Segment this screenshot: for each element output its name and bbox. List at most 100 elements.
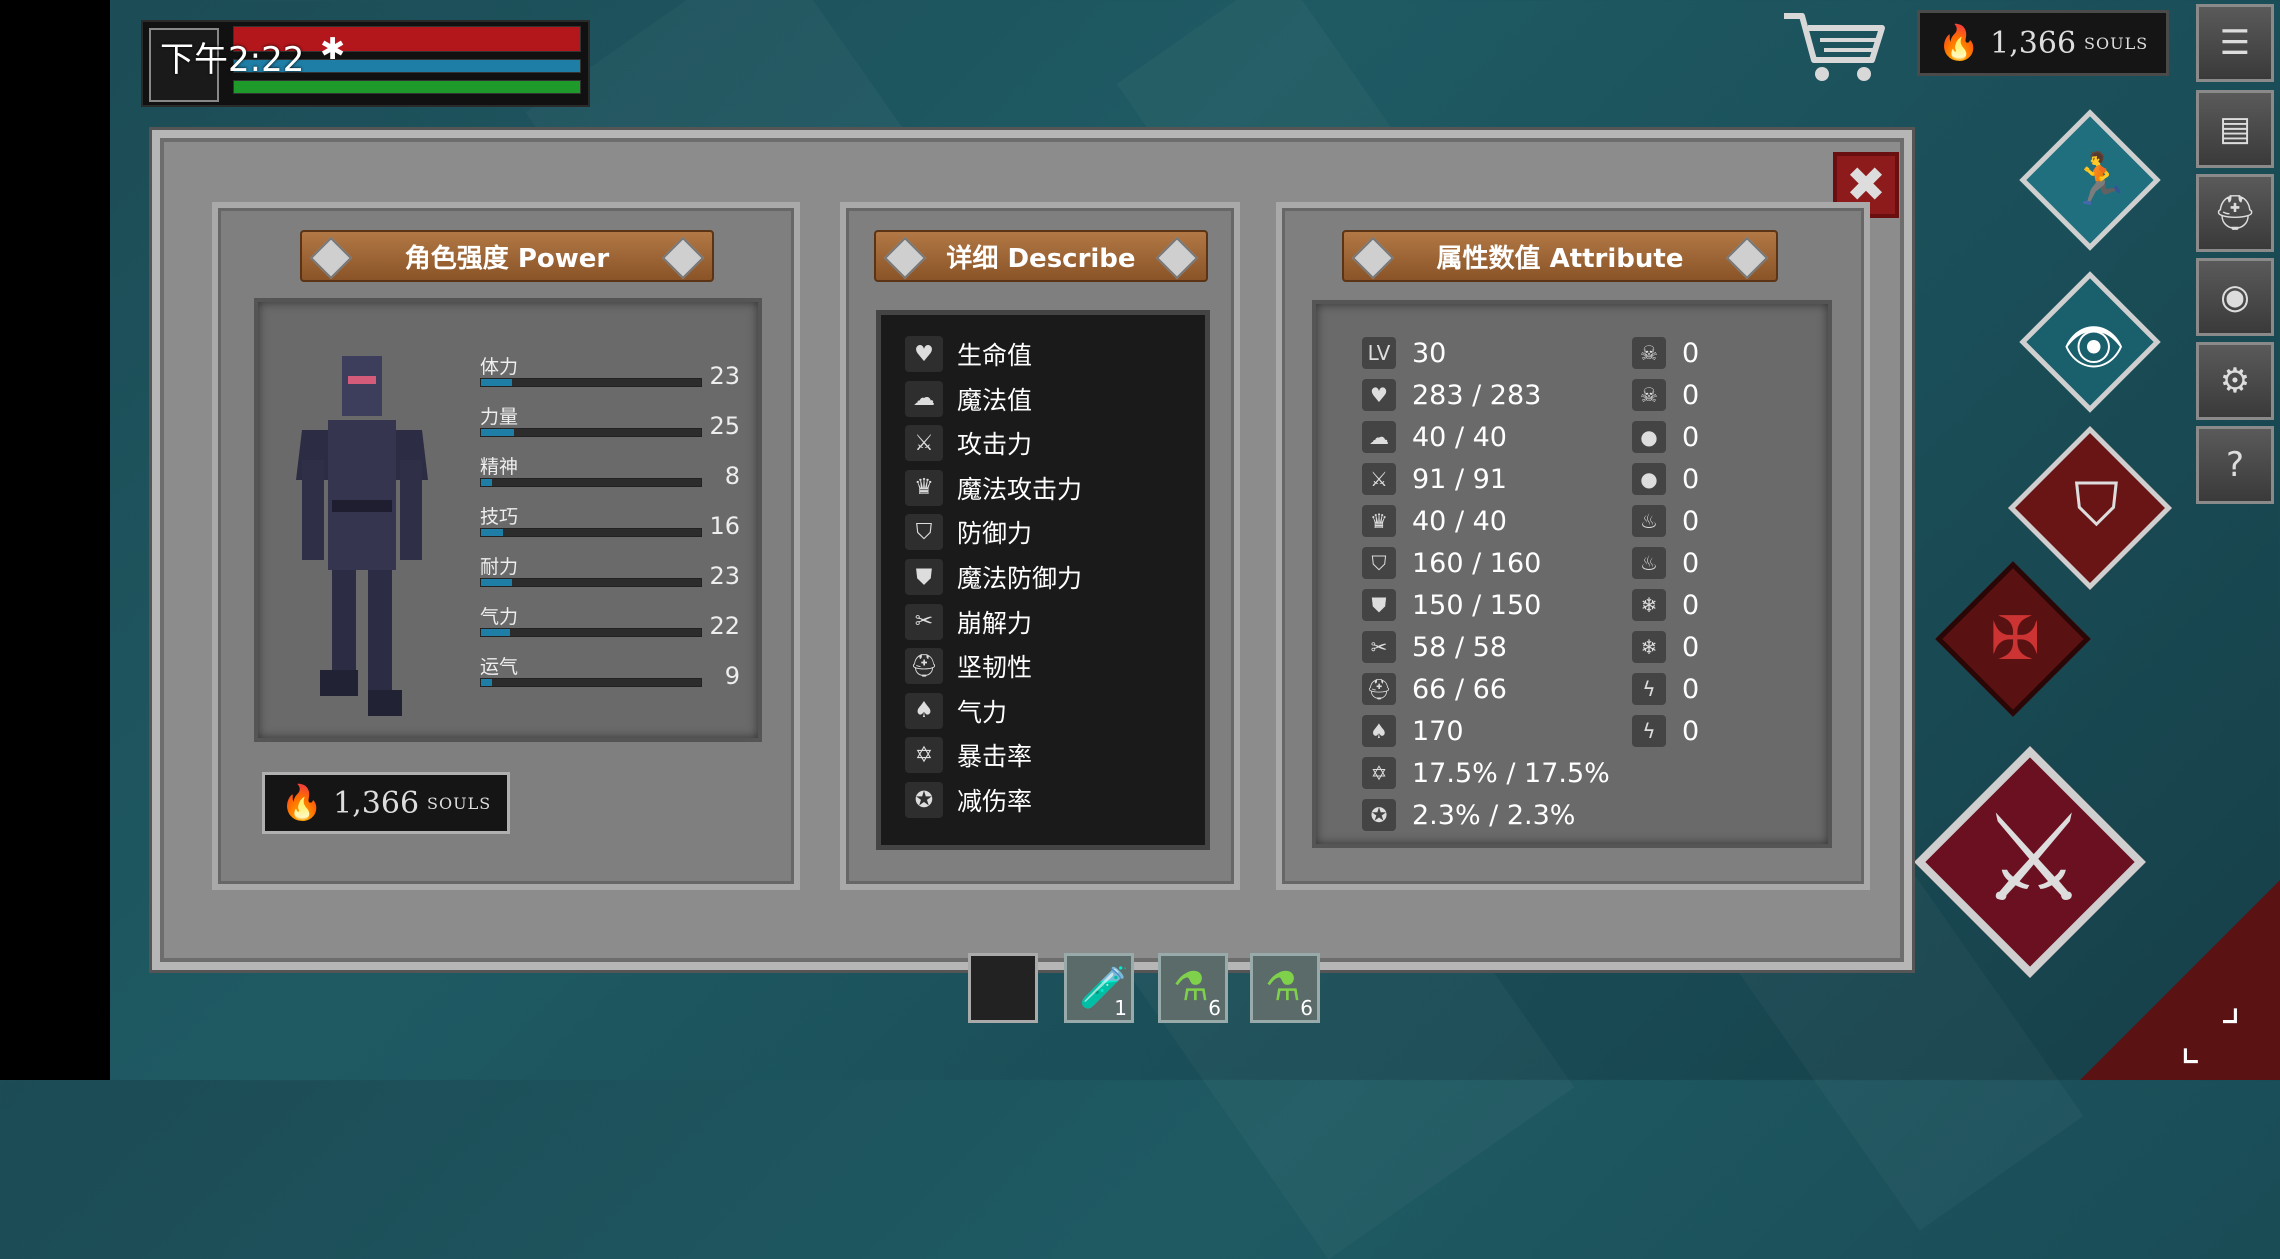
helmet-menu-icon[interactable]: ⛑ <box>2196 174 2274 252</box>
item-count: 1 <box>1114 996 1127 1020</box>
attribute-value: 66 / 66 <box>1412 673 1507 705</box>
eye-icon: 👁 <box>2062 318 2126 376</box>
map-icon[interactable]: ▤ <box>2196 90 2274 168</box>
crit-icon: ✡ <box>1362 757 1396 789</box>
stat-row: 耐力 23 <box>480 552 750 602</box>
crossed-swords-icon: ⚔ <box>1980 790 2088 929</box>
attribute-value: 0 <box>1682 379 1700 411</box>
souls-counter-top: 🔥 1,366 SOULS <box>1917 10 2169 76</box>
attribute-row: ♨ 0 <box>1632 502 1699 540</box>
describe-row: ♥ 生命值 <box>905 334 1032 374</box>
magic-shield-icon: ⛊ <box>905 559 943 595</box>
flame-icon: 🔥 <box>1937 23 1981 63</box>
resize-corner-icon-2[interactable]: ⌞ <box>2180 1020 2201 1071</box>
stat-label: 耐力 <box>480 556 519 578</box>
help-icon[interactable]: ? <box>2196 426 2274 504</box>
attribute-value: 40 / 40 <box>1412 505 1507 537</box>
attribute-value: 283 / 283 <box>1412 379 1542 411</box>
poison-skull-icon: ☠ <box>1632 337 1666 369</box>
describe-row: ⛊ 魔法防御力 <box>905 557 1082 597</box>
stat-bar-fill <box>481 579 512 586</box>
heart-icon: ♥ <box>905 336 943 372</box>
attribute-value: 0 <box>1682 589 1700 621</box>
souls-unit: SOULS <box>427 793 492 813</box>
stat-value: 16 <box>709 512 740 540</box>
shield-button-icon: ⛉ <box>2074 470 2119 540</box>
status-time: 下午2:22 <box>160 40 305 80</box>
skill-tree-icon[interactable]: ◉ <box>2196 258 2274 336</box>
attribute-row: ☁ 40 / 40 <box>1362 418 1507 456</box>
level-icon: LV <box>1362 337 1396 369</box>
frost-resist-icon: ❄ <box>1632 631 1666 663</box>
describe-label: 减伤率 <box>957 787 1033 816</box>
stat-label: 体力 <box>480 356 519 378</box>
describe-row: ⛑ 坚韧性 <box>905 646 1032 686</box>
stat-label: 力量 <box>480 406 519 428</box>
souls-counter-panel: 🔥 1,366 SOULS <box>262 772 510 834</box>
brain-icon: ☁ <box>1362 421 1396 453</box>
stat-bar-fill <box>481 379 512 386</box>
stat-value: 22 <box>709 612 740 640</box>
attribute-value: 40 / 40 <box>1412 421 1507 453</box>
attribute-row: ✡ 17.5% / 17.5% <box>1362 754 1610 792</box>
attribute-value: 2.3% / 2.3% <box>1412 799 1576 831</box>
describe-row: ♠ 气力 <box>905 691 1007 731</box>
attribute-value: 0 <box>1682 505 1700 537</box>
rivet-icon <box>1155 236 1199 280</box>
attribute-row: LV 30 <box>1362 334 1446 372</box>
lungs-icon: ♠ <box>1362 715 1396 747</box>
settings-icon[interactable]: ⚙ <box>2196 342 2274 420</box>
attribute-title: 属性数值 Attribute <box>1436 243 1684 274</box>
item-slot[interactable]: 🧪 1 <box>1064 953 1134 1023</box>
shop-cart-icon[interactable] <box>1780 6 1890 86</box>
describe-row: ⛉ 防御力 <box>905 512 1032 552</box>
break-icon: ✂ <box>1362 631 1396 663</box>
item-slot[interactable]: ⚗ 6 <box>1250 953 1320 1023</box>
running-man-icon: 🏃 <box>2068 150 2131 208</box>
rivet-icon <box>661 236 705 280</box>
stat-value: 25 <box>709 412 740 440</box>
stat-row: 气力 22 <box>480 602 750 652</box>
describe-row: ♛ 魔法攻击力 <box>905 468 1082 508</box>
poison-resist-icon: ☠ <box>1632 379 1666 411</box>
stat-value: 23 <box>709 362 740 390</box>
item-slot[interactable]: ⚗ 6 <box>1158 953 1228 1023</box>
sword-icon: ⚔ <box>905 425 943 462</box>
lungs-icon: ♠ <box>905 692 943 729</box>
resize-corner-icon[interactable]: ⌟ <box>2220 980 2241 1031</box>
reduce-icon: ✪ <box>905 782 943 818</box>
heart-icon: ♥ <box>1362 379 1396 411</box>
attribute-value: 0 <box>1682 673 1700 705</box>
rivet-icon <box>883 236 927 280</box>
reduce-icon: ✪ <box>1362 799 1396 831</box>
stat-row: 体力 23 <box>480 352 750 402</box>
rivet-icon <box>1351 236 1395 280</box>
item-slot[interactable] <box>968 953 1038 1023</box>
stat-row: 精神 8 <box>480 452 750 502</box>
describe-title: 详细 Describe <box>946 243 1136 274</box>
describe-title-plaque: 详细 Describe <box>874 230 1208 282</box>
attribute-value: 17.5% / 17.5% <box>1412 757 1610 789</box>
menu-list-icon[interactable]: ☰ <box>2196 4 2274 82</box>
flame-icon: 🔥 <box>280 783 324 823</box>
attribute-title-plaque: 属性数值 Attribute <box>1342 230 1778 282</box>
describe-row: ✂ 崩解力 <box>905 602 1032 642</box>
describe-row: ✡ 暴击率 <box>905 735 1032 775</box>
describe-label: 暴击率 <box>957 742 1033 772</box>
stat-value: 8 <box>724 462 740 490</box>
stat-bar <box>480 478 702 487</box>
describe-label: 魔法防御力 <box>957 564 1083 593</box>
attribute-value: 0 <box>1682 421 1700 453</box>
attribute-value: 91 / 91 <box>1412 463 1507 495</box>
attribute-value: 0 <box>1682 547 1700 579</box>
stat-bar <box>480 378 702 387</box>
stat-row: 力量 25 <box>480 402 750 452</box>
attribute-row: ✪ 2.3% / 2.3% <box>1362 796 1575 834</box>
describe-label: 气力 <box>957 697 1008 727</box>
attribute-value: 150 / 150 <box>1412 589 1542 621</box>
describe-label: 攻击力 <box>957 430 1033 460</box>
item-count: 6 <box>1300 996 1313 1020</box>
stat-bar <box>480 528 702 537</box>
stat-label: 技巧 <box>480 506 519 528</box>
attribute-row: ♛ 40 / 40 <box>1362 502 1507 540</box>
